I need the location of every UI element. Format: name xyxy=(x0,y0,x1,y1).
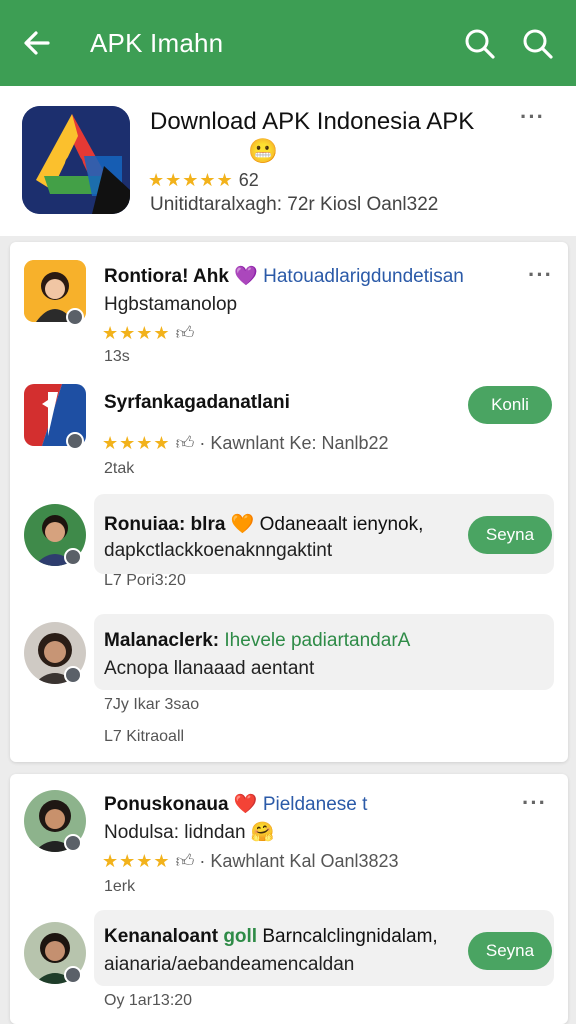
post-time: 7Jy Ikar 3sao xyxy=(104,696,200,713)
post-time: 13s xyxy=(104,348,130,365)
action-button[interactable]: Seyna xyxy=(468,516,552,554)
feed-card-2: Ponuskonaua ❤️ Pieldanese t ··· Nodulsa:… xyxy=(10,774,568,1024)
post-rating: ★★★★ 👍︎ · Kawhlant Kal Oanl3823 xyxy=(102,851,399,871)
app-header-card: Download APK Indonesia APK 😬 ★★★★★ 62 Un… xyxy=(0,86,576,236)
thumb-up-icon: 👍︎ xyxy=(175,851,195,871)
verified-badge-icon xyxy=(64,666,82,684)
post-time: 1erk xyxy=(104,878,136,895)
verified-badge-icon xyxy=(66,432,84,450)
post-rating: ★★★★ 👍︎ xyxy=(102,323,195,343)
thumb-up-icon: 👍︎ xyxy=(175,323,195,343)
rating-count: 62 xyxy=(238,170,259,190)
search-icon[interactable] xyxy=(520,26,556,62)
post-time: 2tak xyxy=(104,460,135,477)
verified-badge-icon xyxy=(66,308,84,326)
action-button[interactable]: Seyna xyxy=(468,932,552,970)
post-subtitle: aianaria/aebandeamencaldan xyxy=(104,954,355,975)
post-time: Oy 1ar13:20 xyxy=(104,992,193,1009)
app-logo-icon[interactable] xyxy=(22,106,130,214)
thumb-up-icon: 👍︎ xyxy=(175,433,195,453)
search-icon[interactable] xyxy=(462,26,498,62)
feed-card-1: Rontiora! Ahk 💜 Hatouadlarigdundetisan ·… xyxy=(10,242,568,762)
app-rating: ★★★★★ 62 xyxy=(148,170,259,191)
post-author: Rontiora! Ahk 💜 Hatouadlarigdundetisan xyxy=(104,266,464,287)
back-arrow-icon[interactable] xyxy=(20,26,54,60)
post-rating: ★★★★ 👍︎ · Kawnlant Ke: Nanlb22 xyxy=(102,433,389,453)
post-time: L7 Pori3:20 xyxy=(104,572,186,589)
app-bar-title: APK Imahn xyxy=(90,28,224,58)
post-author: Kenanaloant goll Barncalclingnidalam, xyxy=(104,926,438,947)
verified-badge-icon xyxy=(64,966,82,984)
grimace-emoji-icon: 😬 xyxy=(248,138,278,165)
app-bar: APK Imahn xyxy=(0,0,576,86)
post-time-secondary: L7 Kitraoall xyxy=(104,728,185,745)
more-vert-icon[interactable]: ··· xyxy=(522,790,547,816)
post-author: Ronuiaa: blra 🧡 Odaneaalt ienynok, xyxy=(104,514,424,535)
verified-badge-icon xyxy=(64,834,82,852)
verified-badge-icon xyxy=(64,548,82,566)
post-subtitle: dapkctlackkoenaknngaktint xyxy=(104,540,333,561)
app-meta: Unitidtaralxagh: 72r Kiosl Oanl322 xyxy=(150,194,439,215)
post-author: Malanaclerk: Ihevele padiartandarA xyxy=(104,630,411,651)
post-subtitle: Acnopa llanaaad aentant xyxy=(104,658,315,679)
post-author: Ponuskonaua ❤️ Pieldanese t xyxy=(104,794,368,815)
post-author: Syrfankagadanatlani xyxy=(104,392,290,413)
more-vert-icon[interactable]: ··· xyxy=(528,262,553,288)
post-subtitle: Hgbstamanolop xyxy=(104,294,238,315)
action-button[interactable]: Konli xyxy=(468,386,552,424)
rating-stars: ★★★★★ xyxy=(148,170,234,190)
app-title: Download APK Indonesia APK xyxy=(150,108,475,135)
post-subtitle: Nodulsa: lidndan 🤗 xyxy=(104,822,275,843)
more-vert-icon[interactable]: ··· xyxy=(520,104,545,130)
